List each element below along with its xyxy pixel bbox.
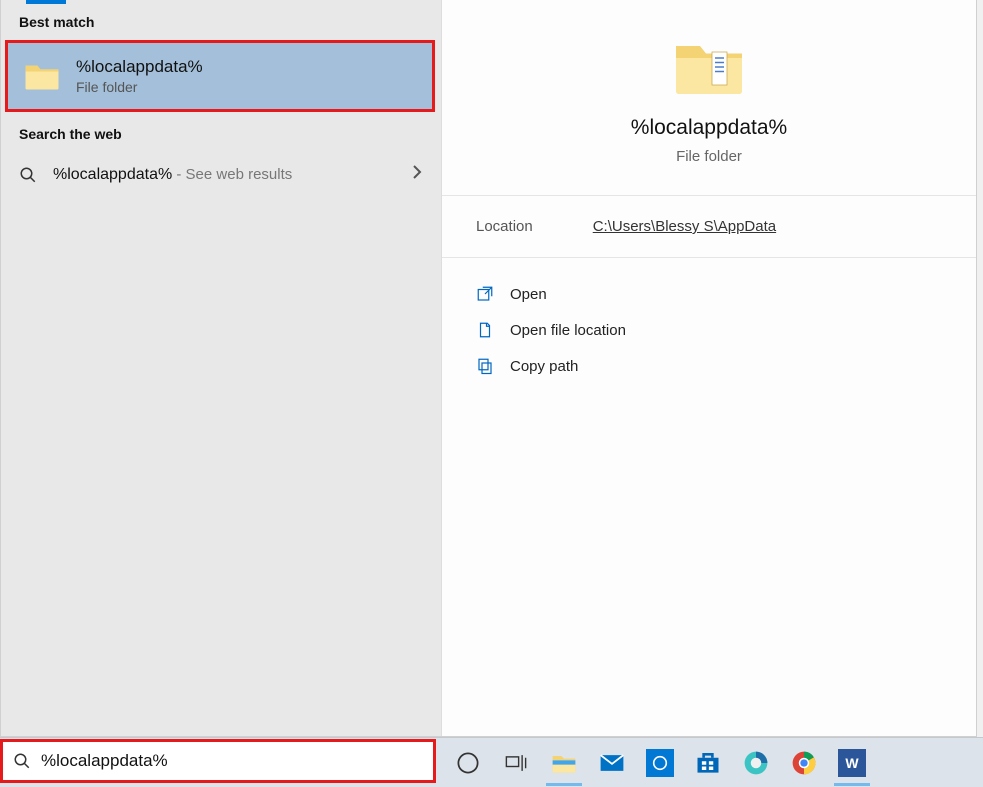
chrome-button[interactable] <box>780 740 828 786</box>
taskbar-search-box[interactable] <box>0 739 436 783</box>
location-label: Location <box>476 218 533 235</box>
preview-header: %localappdata% File folder <box>442 0 976 196</box>
open-icon <box>476 285 494 303</box>
action-open[interactable]: Open <box>466 276 952 312</box>
preview-title: %localappdata% <box>631 116 787 140</box>
action-open-location[interactable]: Open file location <box>466 312 952 348</box>
edge-button[interactable] <box>732 740 780 786</box>
action-open-label: Open <box>510 286 547 303</box>
chrome-icon <box>790 749 818 777</box>
location-icon <box>476 321 494 339</box>
cortana-icon <box>454 749 482 777</box>
folder-icon <box>24 61 60 91</box>
dell-icon <box>646 749 674 777</box>
search-icon <box>13 752 31 770</box>
web-search-result[interactable]: %localappdata% - See web results <box>1 152 441 197</box>
taskbar-icons: W <box>444 740 876 786</box>
web-result-label: %localappdata% - See web results <box>53 166 292 184</box>
search-web-header: Search the web <box>1 112 441 152</box>
task-view-icon <box>502 749 530 777</box>
best-match-result[interactable]: %localappdata% File folder <box>5 40 435 112</box>
best-match-subtitle: File folder <box>76 79 203 95</box>
word-button[interactable]: W <box>828 740 876 786</box>
cortana-button[interactable] <box>444 740 492 786</box>
preview-subtitle: File folder <box>676 148 742 165</box>
location-path[interactable]: C:\Users\Blessy S\AppData <box>593 218 776 235</box>
results-pane: Best match %localappdata% File folder Se… <box>1 0 441 736</box>
chevron-right-icon <box>411 164 423 185</box>
best-match-header: Best match <box>1 0 441 40</box>
action-open-location-label: Open file location <box>510 322 626 339</box>
action-copy-path-label: Copy path <box>510 358 578 375</box>
location-row: Location C:\Users\Blessy S\AppData <box>442 196 976 258</box>
dell-button[interactable] <box>636 740 684 786</box>
edge-icon <box>742 749 770 777</box>
store-icon <box>694 749 722 777</box>
store-button[interactable] <box>684 740 732 786</box>
search-input[interactable] <box>41 751 262 771</box>
windows-search-panel: Best match %localappdata% File folder Se… <box>0 0 977 737</box>
search-icon <box>19 166 37 184</box>
folder-large-icon <box>673 36 745 98</box>
action-copy-path[interactable]: Copy path <box>466 348 952 384</box>
file-explorer-button[interactable] <box>540 740 588 786</box>
word-icon: W <box>838 749 866 777</box>
tab-indicator <box>26 0 66 4</box>
mail-icon <box>598 749 626 777</box>
task-view-button[interactable] <box>492 740 540 786</box>
file-explorer-icon <box>550 749 578 777</box>
copy-icon <box>476 357 494 375</box>
taskbar: W <box>0 737 983 787</box>
best-match-title: %localappdata% <box>76 57 203 77</box>
preview-actions: Open Open file location Copy path <box>442 258 976 402</box>
best-match-text: %localappdata% File folder <box>76 57 203 95</box>
preview-pane: %localappdata% File folder Location C:\U… <box>441 0 976 736</box>
mail-button[interactable] <box>588 740 636 786</box>
